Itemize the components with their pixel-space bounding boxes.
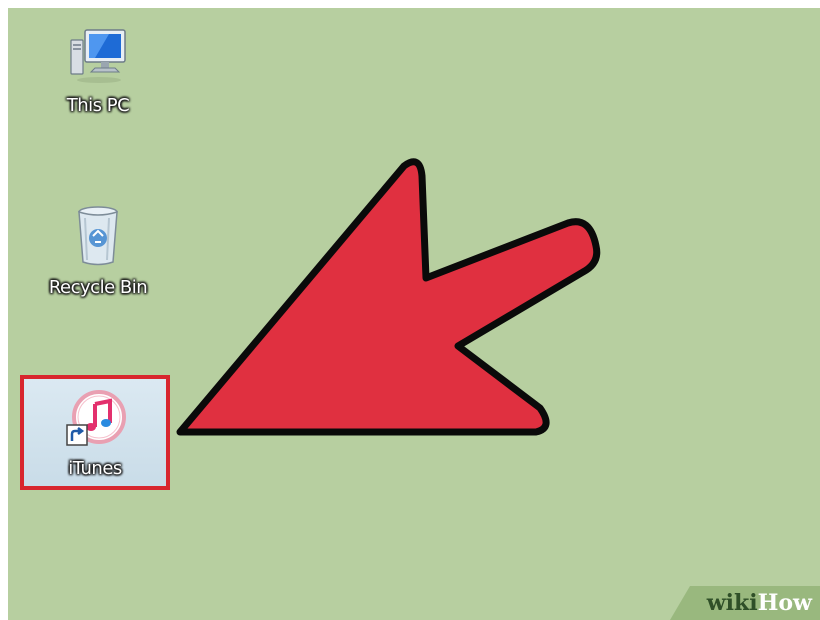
watermark-how-text: How: [757, 590, 812, 616]
wikihow-watermark: wikiHow: [670, 586, 820, 620]
red-arrow-annotation: [176, 158, 601, 436]
watermark-wiki-text: wiki: [706, 590, 758, 616]
desktop: This PC Recycle Bin iTunes wikiHow: [8, 8, 820, 620]
